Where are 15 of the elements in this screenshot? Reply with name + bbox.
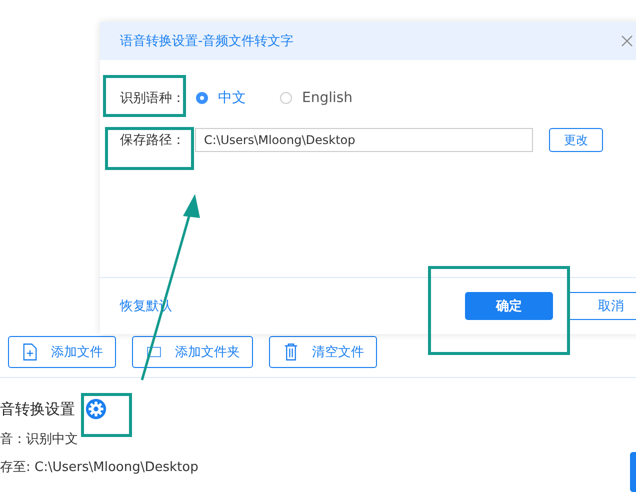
setting-text: 存至: C:\Users\Mloong\Desktop [0,459,200,476]
setting-text: 音：识别中文 [0,431,79,448]
confirm-button[interactable]: 确定 [465,292,553,320]
field-label: 识别语种： [119,90,186,107]
field-label: 保存路径： [119,132,186,149]
path-field[interactable]: C:\Users\Mloong\Desktop [195,128,533,152]
radio-option[interactable]: 中文 [196,89,246,107]
section-title: 音转换设置 [0,400,75,418]
cancel-button[interactable]: 取消 [567,292,636,320]
toolbar-button[interactable]: 添加文件 [8,336,116,368]
change-button[interactable]: 更改 [549,128,603,152]
toolbar-button[interactable]: 清空文件 [269,336,377,368]
radio-option[interactable]: English [280,90,353,106]
dialog-title: 语音转换设置-音频文件转文字 [120,33,294,50]
toolbar-button[interactable]: 添加文件夹 [132,336,253,368]
